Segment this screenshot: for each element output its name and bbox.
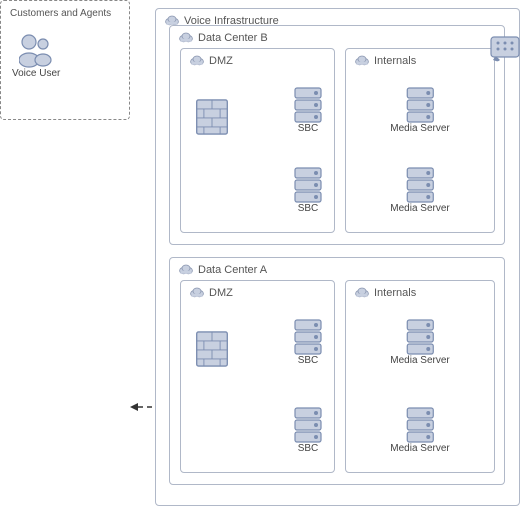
dc-b-box: Data Center B DMZ	[169, 25, 505, 245]
sbc-b2-label: SBC	[298, 203, 319, 214]
media-a1-wrap: Media Server	[390, 319, 449, 366]
internals-b-box: Internals Media Server	[345, 48, 495, 233]
internals-b-label: Internals	[374, 55, 416, 67]
phone-wrap	[490, 36, 520, 66]
media-b2-label: Media Server	[390, 203, 449, 214]
dc-a-label: Data Center A	[198, 264, 267, 276]
sbc-a2-label: SBC	[298, 443, 319, 454]
sbc-b2-wrap: SBC	[294, 167, 322, 214]
media-b1-icon	[406, 87, 434, 123]
media-a2-wrap: Media Server	[390, 407, 449, 454]
phone-icon	[490, 36, 520, 66]
dmz-a-box: DMZ	[180, 280, 335, 473]
customers-box: Customers and Agents Voice User	[0, 0, 130, 120]
dc-a-box: Data Center A DMZ	[169, 257, 505, 485]
dc-b-label: Data Center B	[198, 32, 268, 44]
media-a1-icon	[406, 319, 434, 355]
cloud-icon-dmza	[189, 286, 205, 298]
media-b2-icon	[406, 167, 434, 203]
media-a2-icon	[406, 407, 434, 443]
sbc-a1-icon	[294, 319, 322, 355]
cloud-icon-dmzb	[189, 54, 205, 66]
cloud-icon-dca	[178, 263, 194, 275]
sbc-b1-label: SBC	[298, 123, 319, 134]
firewall-a-icon	[195, 331, 229, 367]
cloud-icon-internalsa	[354, 286, 370, 298]
sbc-a1-label: SBC	[298, 355, 319, 366]
firewall-a-icon-wrap	[195, 331, 229, 367]
sbc-a1-wrap: SBC	[294, 319, 322, 366]
dmz-a-label: DMZ	[209, 287, 233, 299]
cloud-icon-dcb	[178, 31, 194, 43]
media-b2-wrap: Media Server	[390, 167, 449, 214]
media-a2-label: Media Server	[390, 443, 449, 454]
voice-user-wrap: Voice User	[12, 32, 60, 79]
firewall-b-icon-wrap	[195, 99, 229, 135]
internals-a-label: Internals	[374, 287, 416, 299]
media-a1-label: Media Server	[390, 355, 449, 366]
diagram: Voice Infrastructure Data Center B DMZ	[0, 0, 530, 520]
dmz-b-box: DMZ	[180, 48, 335, 233]
internals-a-box: Internals Media Server	[345, 280, 495, 473]
voice-infra-box: Voice Infrastructure Data Center B DMZ	[155, 8, 520, 506]
sbc-b1-icon	[294, 87, 322, 123]
media-b1-wrap: Media Server	[390, 87, 449, 134]
sbc-a2-wrap: SBC	[294, 407, 322, 454]
sbc-a2-icon	[294, 407, 322, 443]
dmz-b-label: DMZ	[209, 55, 233, 67]
firewall-b-icon	[195, 99, 229, 135]
media-b1-label: Media Server	[390, 123, 449, 134]
cloud-icon-internalsb	[354, 54, 370, 66]
person-icon	[19, 32, 53, 68]
voice-user-label: Voice User	[12, 68, 60, 79]
sbc-b1-wrap: SBC	[294, 87, 322, 134]
customers-label: Customers and Agents	[10, 8, 111, 19]
sbc-b2-icon	[294, 167, 322, 203]
